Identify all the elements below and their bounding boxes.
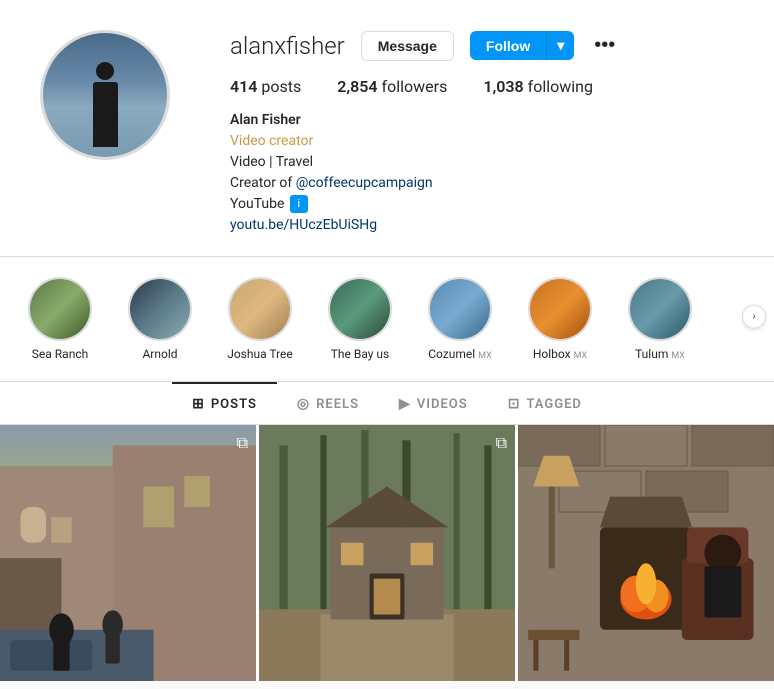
highlight-circle-tulum: [628, 277, 692, 341]
followers-count: 2,854: [337, 77, 377, 96]
holbox-mx: MX: [574, 351, 588, 361]
tab-reels-label: REELS: [316, 397, 359, 412]
tabs-section: ⊞ POSTS ◎ REELS ▶ VIDEOS ⊡ TAGGED: [0, 382, 774, 425]
highlight-img-tulum: [630, 279, 690, 339]
follow-button[interactable]: Follow: [470, 31, 546, 60]
more-options-button[interactable]: •••: [590, 30, 619, 61]
bio-line1: Video | Travel: [230, 152, 734, 173]
highlight-label-bay-us: The Bay us: [331, 347, 390, 361]
highlight-img-joshua-tree: [230, 279, 290, 339]
tab-reels[interactable]: ◎ REELS: [277, 382, 379, 424]
chevron-down-icon: ▾: [557, 37, 564, 53]
highlight-holbox[interactable]: Holbox MX: [520, 277, 600, 361]
highlight-label-arnold: Arnold: [142, 347, 177, 361]
highlight-tulum[interactable]: Tulum MX: [620, 277, 700, 361]
multi-photo-icon-2: ⧉: [496, 433, 507, 453]
follow-dropdown-button[interactable]: ▾: [546, 31, 574, 60]
posts-stat[interactable]: 414 posts: [230, 77, 301, 96]
highlight-img-bay-us: [330, 279, 390, 339]
stats-row: 414 posts 2,854 followers 1,038 followin…: [230, 77, 734, 96]
highlight-label-sea-ranch: Sea Ranch: [32, 347, 88, 361]
bio-name: Alan Fisher: [230, 110, 734, 131]
highlights-next-arrow[interactable]: ›: [742, 305, 766, 329]
highlight-joshua-tree[interactable]: Joshua Tree: [220, 277, 300, 361]
tab-videos[interactable]: ▶ VIDEOS: [379, 382, 488, 424]
highlight-bay-us[interactable]: The Bay us: [320, 277, 400, 361]
coffee-cup-link[interactable]: @coffeecupcampaign: [296, 175, 433, 191]
highlight-label-joshua-tree: Joshua Tree: [227, 347, 293, 361]
multi-photo-icon: ⧉: [237, 433, 248, 453]
profile-top-row: alanxfisher Message Follow ▾ •••: [230, 30, 734, 61]
highlight-label-holbox: Holbox MX: [533, 347, 587, 361]
grid-icon: ⊞: [192, 396, 205, 412]
highlight-circle-sea-ranch: [28, 277, 92, 341]
highlights-section: Sea Ranch Arnold Joshua Tree The Bay us …: [0, 257, 774, 382]
tab-posts[interactable]: ⊞ POSTS: [172, 382, 277, 424]
cozumel-mx: MX: [478, 351, 492, 361]
highlight-img-cozumel: [430, 279, 490, 339]
followers-stat[interactable]: 2,854 followers: [337, 77, 447, 96]
highlight-img-holbox: [530, 279, 590, 339]
message-button[interactable]: Message: [361, 31, 454, 61]
following-count: 1,038: [483, 77, 523, 96]
bio-line3: YouTube i: [230, 194, 734, 215]
tulum-mx: MX: [671, 351, 685, 361]
tagged-icon: ⊡: [508, 396, 521, 412]
follow-group: Follow ▾: [470, 31, 574, 60]
bio-link-line: youtu.be/HUczEbUiSHg: [230, 215, 734, 236]
highlight-img-sea-ranch: [30, 279, 90, 339]
youtube-link[interactable]: youtu.be/HUczEbUiSHg: [230, 217, 377, 233]
reels-icon: ◎: [297, 396, 310, 412]
highlight-cozumel[interactable]: Cozumel MX: [420, 277, 500, 361]
highlight-circle-holbox: [528, 277, 592, 341]
info-icon: i: [290, 195, 308, 213]
posts-count: 414: [230, 77, 257, 96]
username: alanxfisher: [230, 32, 345, 60]
profile-header: alanxfisher Message Follow ▾ ••• 414 pos…: [0, 0, 774, 257]
following-stat[interactable]: 1,038 following: [483, 77, 593, 96]
highlight-label-cozumel: Cozumel MX: [428, 347, 492, 361]
posts-label: posts: [261, 77, 301, 96]
highlight-arnold[interactable]: Arnold: [120, 277, 200, 361]
tab-videos-label: VIDEOS: [417, 397, 468, 412]
highlight-circle-cozumel: [428, 277, 492, 341]
bio-occupation: Video creator: [230, 131, 734, 152]
grid-post-2[interactable]: ⧉: [259, 425, 515, 681]
bio-line2: Creator of @coffeecupcampaign: [230, 173, 734, 194]
following-label: following: [528, 77, 593, 96]
grid-post-3[interactable]: [518, 425, 774, 681]
grid-post-1[interactable]: ⧉: [0, 425, 256, 681]
tab-posts-label: POSTS: [211, 397, 257, 412]
tab-tagged[interactable]: ⊡ TAGGED: [488, 382, 602, 424]
tab-tagged-label: TAGGED: [526, 397, 581, 412]
highlight-circle-joshua-tree: [228, 277, 292, 341]
posts-grid: ⧉: [0, 425, 774, 681]
highlight-circle-arnold: [128, 277, 192, 341]
highlight-sea-ranch[interactable]: Sea Ranch: [20, 277, 100, 361]
avatar[interactable]: [40, 30, 170, 160]
followers-label: followers: [382, 77, 448, 96]
highlight-img-arnold: [130, 279, 190, 339]
highlight-circle-bay-us: [328, 277, 392, 341]
bio-section: Alan Fisher Video creator Video | Travel…: [230, 110, 734, 236]
video-icon: ▶: [399, 396, 411, 412]
profile-info: alanxfisher Message Follow ▾ ••• 414 pos…: [230, 30, 734, 236]
highlight-label-tulum: Tulum MX: [635, 347, 685, 361]
